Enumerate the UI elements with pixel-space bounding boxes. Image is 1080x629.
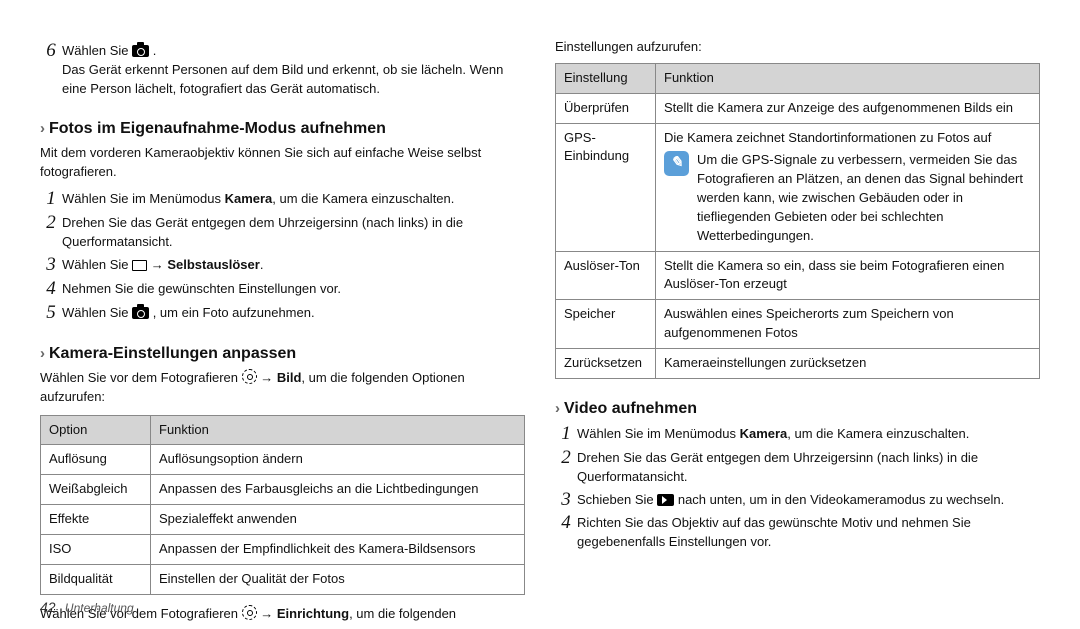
step-text: Drehen Sie das Gerät entgegen dem Uhrzei… (577, 448, 1040, 487)
table-row: ISOAnpassen der Empfindlichkeit des Kame… (41, 534, 525, 564)
gear-icon (242, 369, 257, 384)
step-bold: Kamera (225, 191, 273, 206)
page-number: 42 (40, 599, 56, 615)
table-row: ZurücksetzenKameraeinstellungen zurückse… (556, 348, 1040, 378)
chevron-icon: › (40, 118, 45, 140)
table-header: Funktion (151, 415, 525, 445)
table-row: EffekteSpezialeffekt anwenden (41, 505, 525, 535)
note-icon: ✎ (664, 151, 689, 176)
step-desc: Das Gerät erkennt Personen auf dem Bild … (62, 61, 525, 99)
step-bold: Kamera (740, 426, 788, 441)
table-row: BildqualitätEinstellen der Qualität der … (41, 564, 525, 594)
options-table: Option Funktion AuflösungAuflösungsoptio… (40, 415, 525, 595)
continuation-text: Einstellungen aufzurufen: (555, 38, 1040, 57)
step-text: Wählen Sie (62, 43, 128, 58)
page-content: 6 Wählen Sie . Das Gerät erkennt Persone… (0, 0, 1080, 590)
square-icon (132, 260, 147, 271)
gear-icon (242, 605, 257, 620)
table-header: Option (41, 415, 151, 445)
table-header: Funktion (656, 63, 1040, 93)
step-text: , um die Kamera einzuschalten. (787, 426, 969, 441)
left-column: 6 Wählen Sie . Das Gerät erkennt Persone… (40, 38, 525, 578)
step-text: Drehen Sie das Gerät entgegen dem Uhrzei… (62, 213, 525, 252)
step-text: Nehmen Sie die gewünschten Einstellungen… (62, 279, 525, 299)
step-text: Richten Sie das Objektiv auf das gewünsc… (577, 513, 1040, 552)
table-row: Auslöser-TonStellt die Kamera so ein, da… (556, 251, 1040, 300)
step-2: 2 Drehen Sie das Gerät entgegen dem Uhrz… (40, 213, 525, 252)
step-text: Wählen Sie im Menümodus (62, 191, 225, 206)
step-1: 1 Wählen Sie im Menümodus Kamera, um die… (40, 189, 525, 210)
gps-line1: Die Kamera zeichnet Standortinformatione… (664, 129, 1031, 148)
section-heading-video: ›Video aufnehmen (555, 397, 1040, 420)
arrow-text: → (147, 257, 167, 272)
step-text: , um ein Foto aufzunehmen. (149, 305, 314, 320)
step-4: 4 Nehmen Sie die gewünschten Einstellung… (40, 279, 525, 300)
section-intro: Mit dem vorderen Kameraobjektiv können S… (40, 144, 525, 182)
section-heading-camera-settings: ›Kamera-Einstellungen anpassen (40, 342, 525, 365)
step-number: 5 (40, 303, 62, 324)
step-number: 1 (40, 189, 62, 210)
table-row: ÜberprüfenStellt die Kamera zur Anzeige … (556, 93, 1040, 123)
table-row: AuflösungAuflösungsoption ändern (41, 445, 525, 475)
step-5: 5 Wählen Sie , um ein Foto aufzunehmen. (40, 303, 525, 324)
step-number: 3 (555, 490, 577, 511)
gps-note-text: Um die GPS-Signale zu verbessern, vermei… (697, 151, 1031, 245)
step-number: 1 (555, 424, 577, 445)
table-header: Einstellung (556, 63, 656, 93)
step-text: Schieben Sie (577, 492, 657, 507)
step-text: nach unten, um in den Videokameramodus z… (674, 492, 1004, 507)
table-header-row: Option Funktion (41, 415, 525, 445)
settings-table: Einstellung Funktion ÜberprüfenStellt di… (555, 63, 1040, 379)
chevron-icon: › (40, 343, 45, 365)
step-text: Wählen Sie (62, 257, 132, 272)
step-text: Wählen Sie im Menümodus (577, 426, 740, 441)
step-3: 3 Wählen Sie → Selbstauslöser. (40, 255, 525, 276)
step-number: 6 (40, 41, 62, 62)
step-2: 2 Drehen Sie das Gerät entgegen dem Uhrz… (555, 448, 1040, 487)
table-row: WeißabgleichAnpassen des Farbausgleichs … (41, 475, 525, 505)
camera-icon (132, 307, 149, 319)
video-icon (657, 494, 674, 506)
table-row-gps: GPS-Einbindung Die Kamera zeichnet Stand… (556, 123, 1040, 251)
right-column: Einstellungen aufzurufen: Einstellung Fu… (555, 38, 1040, 578)
page-footer: 42 Unterhaltung (40, 597, 134, 617)
step-text: , um die Kamera einzuschalten. (272, 191, 454, 206)
step-number: 4 (40, 279, 62, 300)
section-heading-selfshot: ›Fotos im Eigenaufnahme-Modus aufnehmen (40, 117, 525, 140)
camera-icon (132, 45, 149, 57)
footer-section: Unterhaltung (65, 601, 134, 615)
table-header-row: Einstellung Funktion (556, 63, 1040, 93)
chevron-icon: › (555, 398, 560, 420)
step-6: 6 Wählen Sie . Das Gerät erkennt Persone… (40, 41, 525, 99)
step-number: 3 (40, 255, 62, 276)
step-3: 3 Schieben Sie nach unten, um in den Vid… (555, 490, 1040, 511)
step-number: 4 (555, 513, 577, 534)
step-number: 2 (40, 213, 62, 234)
step-1: 1 Wählen Sie im Menümodus Kamera, um die… (555, 424, 1040, 445)
step-number: 2 (555, 448, 577, 469)
step-4: 4 Richten Sie das Objektiv auf das gewün… (555, 513, 1040, 552)
table-row: SpeicherAuswählen eines Speicherorts zum… (556, 300, 1040, 349)
step-bold: Selbstauslöser (167, 257, 260, 272)
section-intro: Wählen Sie vor dem Fotografieren → Bild,… (40, 369, 525, 407)
step-text: Wählen Sie (62, 305, 132, 320)
